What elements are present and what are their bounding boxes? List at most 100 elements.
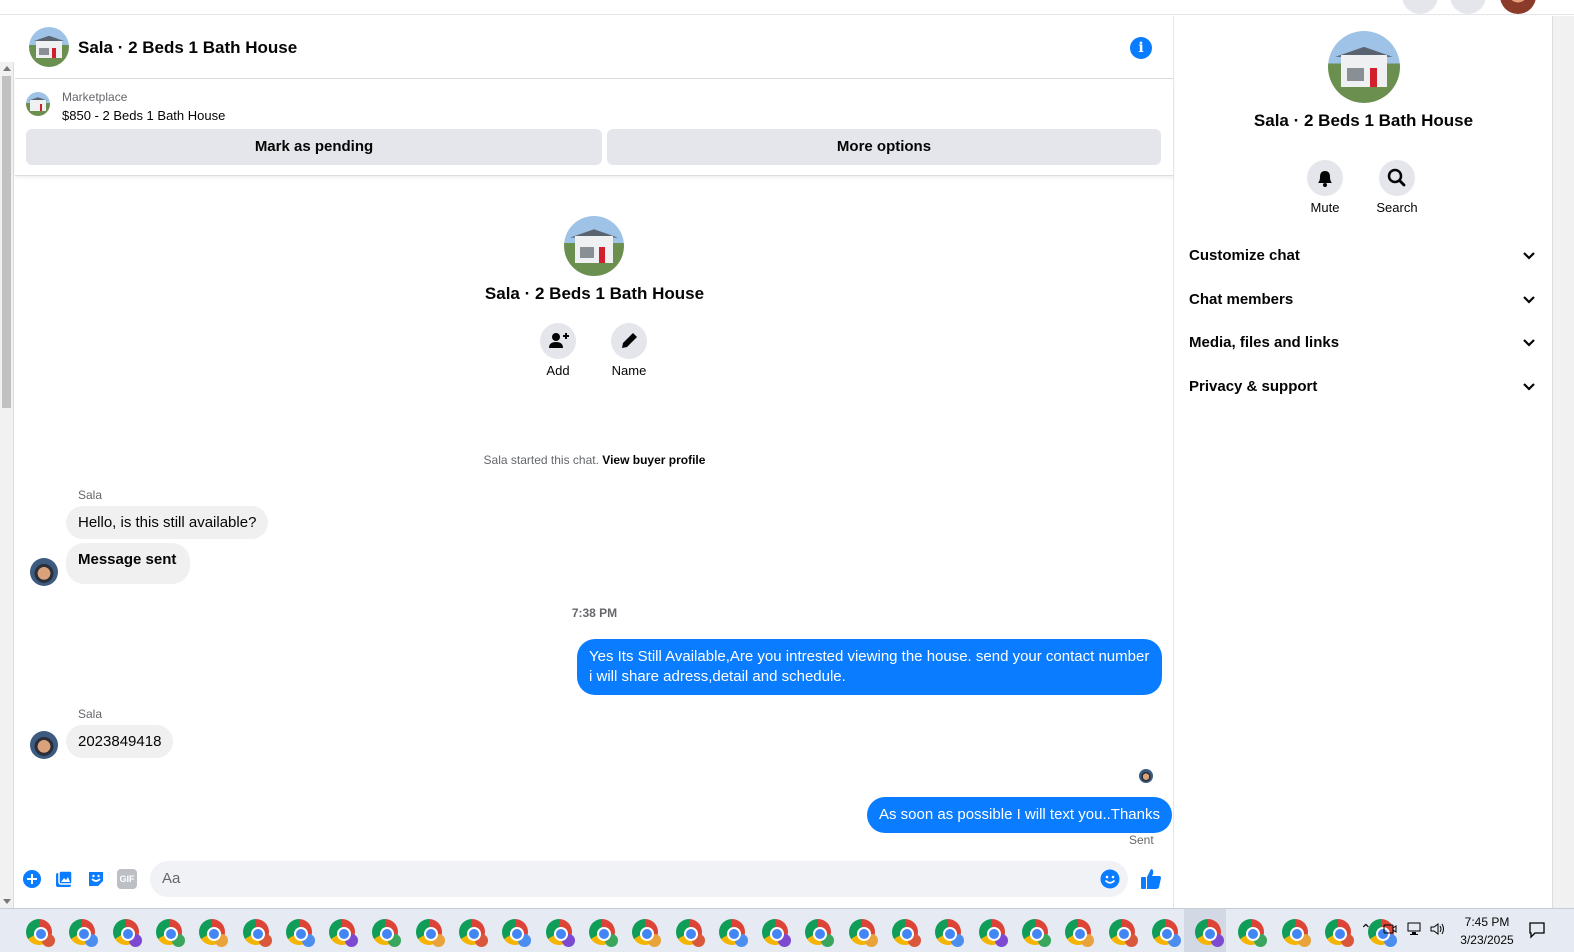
profile-badge-icon (1037, 934, 1051, 947)
chrome-taskbar-icon[interactable] (978, 919, 1008, 947)
chrome-taskbar-icon[interactable] (242, 919, 272, 947)
chrome-taskbar-icon[interactable] (1108, 919, 1138, 947)
profile-badge-icon (1124, 934, 1138, 947)
privacy-support-section[interactable]: Privacy & support (1189, 367, 1541, 407)
chrome-taskbar-icon[interactable] (415, 919, 445, 947)
chat-members-section[interactable]: Chat members (1189, 280, 1541, 320)
chrome-taskbar-icon[interactable] (1281, 919, 1311, 947)
profile-badge-icon (691, 934, 705, 947)
network-icon[interactable] (1405, 921, 1423, 937)
section-label: Media, files and links (1189, 334, 1340, 351)
chrome-taskbar-icon[interactable] (632, 919, 662, 947)
chrome-taskbar-icon[interactable] (372, 919, 402, 947)
search-button[interactable] (1379, 160, 1415, 196)
profile-badge-icon (215, 934, 229, 947)
search-icon (1387, 168, 1406, 187)
chrome-taskbar-icon[interactable] (459, 919, 488, 947)
page-scrollbar[interactable] (1552, 16, 1574, 908)
profile-badge-icon (431, 934, 445, 947)
chrome-taskbar-icon[interactable] (1195, 919, 1225, 947)
listing-title[interactable]: $850 - 2 Beds 1 Bath House (62, 108, 225, 123)
view-buyer-profile-link[interactable]: View buyer profile (602, 453, 705, 467)
chat-avatar[interactable] (29, 27, 69, 67)
chrome-taskbar-icon[interactable] (285, 919, 315, 947)
gif-button[interactable]: GIF (117, 869, 137, 889)
mark-as-pending-button[interactable]: Mark as pending (26, 129, 602, 165)
message-bubble-outgoing[interactable]: Yes Its Still Available,Are you intreste… (577, 639, 1162, 695)
listing-thumbnail[interactable] (26, 92, 50, 116)
scroll-down-arrow-icon[interactable] (3, 899, 11, 904)
message-input[interactable]: Aa (150, 861, 1128, 897)
chrome-taskbar-icon[interactable] (1325, 919, 1354, 947)
add-people-button[interactable] (540, 323, 576, 359)
chrome-taskbar-icon[interactable] (155, 919, 185, 947)
notification-center-icon[interactable] (1527, 920, 1547, 940)
volume-icon[interactable] (1429, 921, 1447, 937)
sender-avatar[interactable] (30, 558, 58, 586)
menu-button[interactable] (1402, 0, 1438, 14)
profile-badge-icon (994, 934, 1008, 947)
chrome-taskbar-icon[interactable] (935, 919, 965, 947)
scroll-up-arrow-icon[interactable] (3, 66, 11, 71)
system-clock[interactable]: 7:45 PM 3/23/2025 (1448, 913, 1526, 949)
meet-now-icon[interactable] (1382, 921, 1398, 937)
emoji-icon[interactable] (1100, 869, 1120, 889)
photo-icon[interactable] (54, 869, 74, 889)
scroll-thumb[interactable] (2, 76, 11, 408)
chrome-taskbar-icon[interactable] (1065, 919, 1095, 947)
chat-scrollbar[interactable] (0, 62, 14, 908)
chrome-taskbar-icon[interactable] (26, 919, 55, 947)
pencil-icon (622, 333, 637, 348)
chrome-taskbar-icon[interactable] (892, 919, 921, 947)
details-title: Sala · 2 Beds 1 Bath House (1253, 111, 1474, 130)
section-label: Customize chat (1189, 247, 1300, 264)
chat-title[interactable]: Sala · 2 Beds 1 Bath House (78, 38, 297, 58)
sender-name: Sala (78, 488, 103, 502)
sticker-icon[interactable] (86, 869, 106, 889)
chrome-taskbar-icon[interactable] (329, 919, 359, 947)
chrome-taskbar-icon[interactable] (112, 919, 142, 947)
more-options-button[interactable]: More options (607, 129, 1161, 165)
chrome-taskbar-icon[interactable] (199, 919, 229, 947)
notifications-button[interactable] (1450, 0, 1486, 14)
profile-badge-icon (128, 934, 142, 947)
media-files-links-section[interactable]: Media, files and links (1189, 323, 1541, 363)
chrome-taskbar-icon[interactable] (1151, 919, 1181, 947)
chrome-taskbar-icon[interactable] (545, 919, 575, 947)
conversation-avatar (564, 216, 624, 276)
profile-badge-icon (561, 934, 575, 947)
clock-time: 7:45 PM (1464, 915, 1510, 929)
message-bubble-outgoing[interactable]: As soon as possible I will text you..Tha… (867, 797, 1172, 833)
info-icon[interactable]: i (1130, 37, 1152, 59)
name-chat-button[interactable] (611, 323, 647, 359)
account-avatar[interactable] (1500, 0, 1536, 14)
message-bubble-incoming[interactable]: Message sent (66, 543, 191, 584)
message-bubble-incoming[interactable]: 2023849418 (66, 725, 174, 758)
composer: GIF Aa (15, 859, 1174, 899)
profile-badge-icon (604, 934, 618, 947)
details-avatar[interactable] (1328, 31, 1400, 103)
profile-badge-icon (1167, 934, 1181, 947)
plus-circle-icon[interactable] (22, 869, 42, 889)
chrome-taskbar-icon[interactable] (502, 919, 532, 947)
profile-badge-icon (475, 934, 488, 947)
customize-chat-section[interactable]: Customize chat (1189, 236, 1541, 276)
show-hidden-icons-chevron-icon[interactable]: ⌃ (1360, 921, 1372, 938)
chrome-taskbar-icon[interactable] (848, 919, 878, 947)
profile-badge-icon (951, 934, 965, 947)
chrome-taskbar-icon[interactable] (675, 919, 705, 947)
chevron-down-icon (1523, 383, 1535, 391)
chrome-taskbar-icon[interactable] (762, 919, 792, 947)
chrome-taskbar-icon[interactable] (805, 919, 835, 947)
chrome-taskbar-icon[interactable] (588, 919, 618, 947)
message-timestamp: 7:38 PM (571, 606, 618, 620)
mute-button[interactable] (1307, 160, 1343, 196)
like-thumb-icon[interactable] (1139, 867, 1163, 891)
message-bubble-incoming[interactable]: Hello, is this still available? (66, 506, 269, 539)
chrome-taskbar-icon[interactable] (718, 919, 748, 947)
marketplace-bar: Marketplace $850 - 2 Beds 1 Bath House M… (15, 80, 1174, 176)
chrome-taskbar-icon[interactable] (69, 919, 99, 947)
chrome-taskbar-icon[interactable] (1238, 919, 1268, 947)
sender-avatar[interactable] (30, 731, 58, 759)
chrome-taskbar-icon[interactable] (1021, 919, 1051, 947)
